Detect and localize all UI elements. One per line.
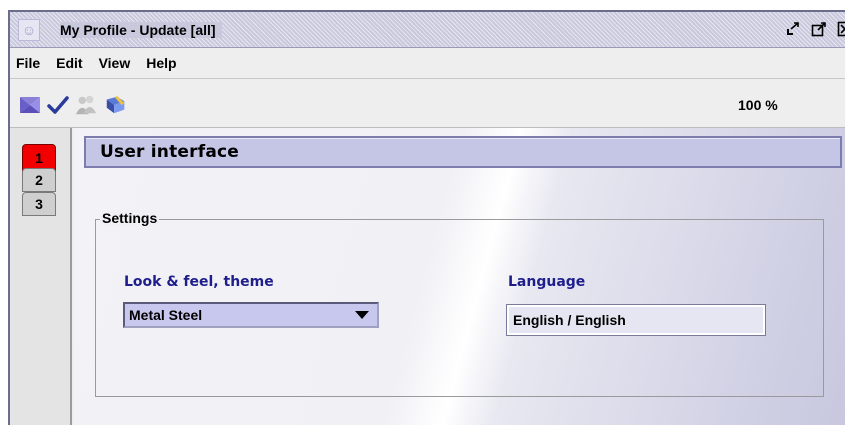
vertical-tab-strip: 1 2 3 [10,128,72,425]
settings-legend: Settings [100,210,160,226]
users-icon[interactable] [74,93,98,117]
confirm-check-icon[interactable] [46,93,70,117]
window-controls [783,20,845,38]
minimize-icon[interactable] [783,20,803,38]
menu-edit[interactable]: Edit [54,53,84,73]
look-feel-label: Look & feel, theme [124,274,274,290]
book-edit-icon[interactable] [104,93,128,117]
language-field[interactable]: English / English [507,305,765,335]
app-icon: ☺ [18,19,40,41]
tab-3[interactable]: 3 [22,192,56,216]
language-label: Language [508,274,586,290]
maximize-icon[interactable] [809,20,829,38]
chevron-down-icon[interactable] [355,311,369,319]
menu-file[interactable]: File [14,53,42,73]
zoom-level: 100 % [738,97,778,113]
section-header: User interface [84,136,842,168]
app-window: ☺ My Profile - Update [all] File Edit Vi… [8,10,845,425]
content-panel: User interface Settings Look & feel, the… [74,128,845,425]
look-feel-value: Metal Steel [129,307,203,323]
title-bar[interactable]: ☺ My Profile - Update [all] [10,12,845,48]
menu-view[interactable]: View [97,53,133,73]
language-value: English / English [513,312,626,328]
close-icon[interactable] [835,20,845,38]
toolbar: 100 % [10,78,845,128]
section-title: User interface [100,142,239,162]
cancel-icon[interactable] [18,93,42,117]
menu-help[interactable]: Help [144,53,178,73]
menu-bar: File Edit View Help [10,48,845,78]
look-feel-select[interactable]: Metal Steel [123,302,379,328]
tab-2[interactable]: 2 [22,168,56,192]
window-title: My Profile - Update [all] [60,22,222,38]
